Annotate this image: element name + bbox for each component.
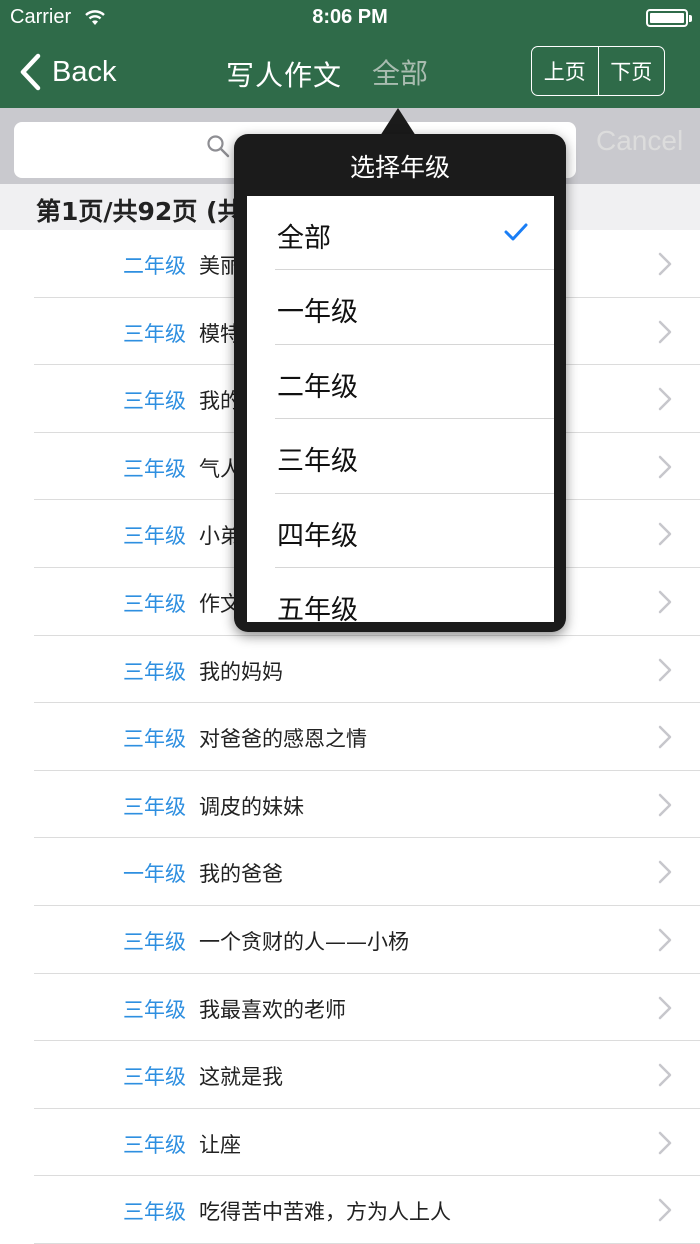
list-item[interactable]: 三年级 让座 — [34, 1109, 700, 1177]
pager-segmented-control: 上页 下页 — [531, 46, 665, 96]
grade-option-label: 三年级 — [277, 446, 358, 478]
chevron-right-icon — [658, 1199, 672, 1222]
grade-option-2[interactable]: 二年级 — [275, 345, 554, 420]
chevron-right-icon — [658, 387, 672, 411]
grade-option-4[interactable]: 四年级 — [275, 494, 554, 568]
grade-label: 三年级 — [123, 794, 186, 819]
next-page-button[interactable]: 下页 — [597, 47, 665, 95]
essay-title: 对爸爸的感恩之情 — [199, 727, 367, 752]
chevron-left-icon — [20, 53, 41, 91]
list-item[interactable]: 一年级 我的爸爸 — [34, 838, 700, 906]
grade-option-label: 二年级 — [277, 371, 358, 403]
chevron-right-icon — [658, 455, 672, 479]
chevron-right-icon — [658, 658, 672, 681]
grade-label: 三年级 — [123, 727, 186, 752]
search-icon — [207, 135, 230, 158]
grade-label: 三年级 — [123, 456, 186, 481]
chevron-right-icon — [658, 793, 672, 816]
chevron-right-icon — [658, 861, 672, 884]
grade-label: 三年级 — [123, 659, 186, 684]
grade-option-all[interactable]: 全部 — [275, 196, 554, 271]
grade-option-1[interactable]: 一年级 — [275, 270, 554, 345]
grade-label: 三年级 — [123, 591, 186, 616]
grade-label: 三年级 — [123, 1065, 186, 1090]
chevron-right-icon — [658, 1063, 672, 1087]
grade-option-3[interactable]: 三年级 — [275, 419, 554, 494]
navigation-bar: Carrier 8:06 PM Back 写人作文 全部 上页 下页 — [0, 0, 700, 108]
essay-title: 我的妈妈 — [199, 659, 283, 684]
grade-label: 一年级 — [123, 862, 186, 887]
chevron-right-icon — [658, 928, 672, 952]
list-item[interactable]: 三年级 我的妈妈 — [34, 636, 700, 704]
essay-title: 我的爸爸 — [199, 862, 283, 887]
grade-label: 三年级 — [123, 389, 186, 414]
list-item[interactable]: 三年级 调皮的妹妹 — [34, 771, 700, 839]
essay-title: 我最喜欢的老师 — [199, 997, 346, 1022]
grade-label: 三年级 — [123, 524, 186, 549]
list-item[interactable]: 三年级 吃得苦中苦难，方为人上人 — [34, 1176, 700, 1244]
back-label: Back — [52, 55, 117, 88]
back-button[interactable]: Back — [18, 52, 116, 92]
chevron-right-icon — [658, 252, 672, 276]
grade-label: 三年级 — [123, 1200, 186, 1225]
chevron-right-icon — [658, 590, 672, 614]
popover-title: 选择年级 — [349, 153, 450, 182]
grade-option-label: 五年级 — [277, 594, 358, 622]
status-bar: Carrier 8:06 PM — [0, 0, 700, 36]
list-item[interactable]: 三年级 一个贪财的人——小杨 — [34, 906, 700, 974]
grade-picker-popover: 选择年级 全部 一年级 二年级 三年级 四年级 五年级 — [234, 134, 566, 632]
page-count-label: 第1页/共92页 (共 — [36, 197, 243, 226]
chevron-right-icon — [658, 1131, 672, 1154]
status-time: 8:06 PM — [312, 6, 388, 28]
grade-label: 三年级 — [123, 929, 186, 954]
list-item[interactable]: 三年级 我最喜欢的老师 — [34, 974, 700, 1042]
essay-title: 让座 — [199, 1132, 241, 1157]
essay-title: 吃得苦中苦难，方为人上人 — [199, 1200, 451, 1225]
list-item[interactable]: 三年级 对爸爸的感恩之情 — [34, 703, 700, 771]
grade-label: 二年级 — [123, 254, 186, 278]
grade-option-label: 一年级 — [277, 297, 358, 329]
grade-label: 三年级 — [123, 997, 186, 1022]
list-item[interactable]: 三年级 这就是我 — [34, 1041, 700, 1109]
cancel-button[interactable]: Cancel — [596, 125, 683, 157]
prev-page-button[interactable]: 上页 — [532, 47, 598, 95]
grade-label: 三年级 — [123, 1132, 186, 1157]
chevron-right-icon — [658, 996, 672, 1019]
grade-option-list: 全部 一年级 二年级 三年级 四年级 五年级 — [247, 196, 554, 622]
essay-title: 这就是我 — [199, 1065, 283, 1090]
essay-title: 调皮的妹妹 — [199, 794, 304, 819]
popover-arrow — [380, 108, 416, 136]
grade-filter-button[interactable]: 全部 — [372, 52, 428, 92]
grade-option-5[interactable]: 五年级 — [275, 568, 554, 622]
essay-title: 一个贪财的人——小杨 — [199, 929, 409, 954]
chevron-right-icon — [658, 523, 672, 546]
grade-label: 三年级 — [123, 321, 186, 346]
checkmark-icon — [504, 223, 528, 241]
battery-icon — [646, 9, 692, 27]
chevron-right-icon — [658, 725, 672, 749]
chevron-right-icon — [658, 320, 672, 343]
grade-option-label: 四年级 — [277, 520, 358, 552]
page-title: 写人作文 — [226, 59, 343, 92]
grade-option-label: 全部 — [277, 223, 331, 254]
